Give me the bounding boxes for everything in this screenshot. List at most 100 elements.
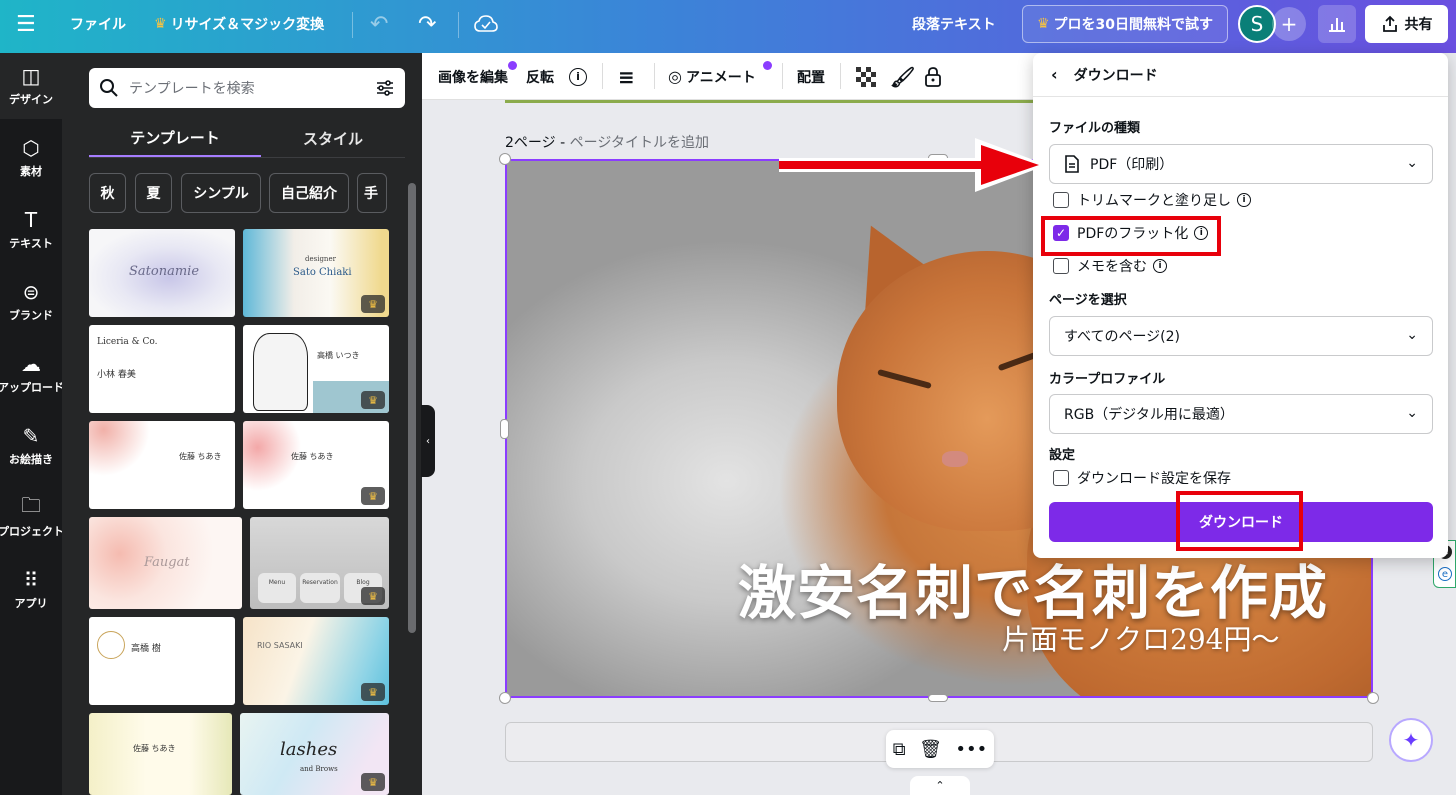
add-collaborator-button[interactable]: +	[1272, 7, 1306, 41]
position-button[interactable]: 配置	[797, 53, 825, 100]
filter-chip[interactable]: 自己紹介	[269, 173, 349, 213]
info-icon[interactable]: i	[1237, 193, 1251, 207]
trim-marks-label: トリムマークと塗り足し	[1077, 193, 1231, 209]
panel-scrollbar[interactable]	[408, 183, 416, 633]
crown-icon: ♛	[154, 16, 167, 32]
rail-item-apps[interactable]: ⠿ アプリ	[0, 557, 62, 623]
bar-chart-icon	[1329, 18, 1345, 32]
duplicate-page-icon[interactable]: ⧉	[893, 739, 906, 760]
template-card[interactable]: 佐藤 ちあき	[89, 421, 235, 509]
more-options-icon[interactable]: •••	[955, 739, 987, 760]
insights-button[interactable]	[1318, 5, 1356, 43]
tab-templates[interactable]: テンプレート	[89, 119, 261, 157]
lock-icon[interactable]	[924, 53, 942, 100]
filter-chip[interactable]: 手	[357, 173, 387, 213]
resize-button[interactable]: ♛ リサイズ＆マジック変換	[154, 0, 324, 48]
rail-item-draw[interactable]: ✎ お絵描き	[0, 413, 62, 479]
include-notes-option: メモを含む i	[1077, 256, 1167, 276]
file-type-select[interactable]: PDF（印刷） ⌄	[1049, 144, 1433, 184]
include-notes-checkbox[interactable]	[1053, 258, 1069, 274]
rail-item-projects[interactable]: 🗀 プロジェクト	[0, 485, 64, 551]
filter-chip[interactable]: シンプル	[181, 173, 261, 213]
template-text: Liceria & Co.	[97, 337, 158, 347]
back-chevron-icon[interactable]: ‹	[1051, 65, 1058, 84]
folder-icon: 🗀	[21, 493, 41, 517]
template-card[interactable]: RIO SASAKI ♛	[243, 617, 389, 705]
template-card[interactable]: 高橋 樹	[89, 617, 235, 705]
panel-tabs: テンプレート スタイル	[89, 119, 405, 157]
resize-handle[interactable]	[500, 419, 509, 439]
rail-item-text[interactable]: T テキスト	[0, 197, 62, 263]
pro-trial-button[interactable]: ♛ プロを30日間無料で試す	[1022, 5, 1228, 43]
template-card[interactable]: Liceria & Co. 小林 春美	[89, 325, 235, 413]
info-icon[interactable]: i	[1153, 259, 1167, 273]
hamburger-lines-icon[interactable]: ≡	[618, 53, 635, 100]
divider	[654, 63, 655, 89]
page-title[interactable]: 2ページ - ページタイトルを追加	[505, 132, 709, 152]
filter-sliders-icon[interactable]	[375, 78, 395, 98]
resize-handle[interactable]	[499, 692, 511, 704]
filter-chip[interactable]: 秋	[89, 173, 126, 213]
file-type-label: ファイルの種類	[1049, 121, 1141, 136]
layout-icon: ◫	[21, 64, 41, 88]
redo-icon[interactable]: ↷	[418, 0, 436, 48]
tab-styles[interactable]: スタイル	[261, 119, 405, 157]
template-card[interactable]: 高橋 いつき ♛	[243, 325, 389, 413]
brand-icon: ⊜	[22, 280, 40, 304]
filter-chip[interactable]: 夏	[135, 173, 172, 213]
template-text: lashes	[280, 739, 338, 760]
page-title-input[interactable]: ページタイトルを追加	[570, 135, 709, 151]
file-menu[interactable]: ファイル	[70, 0, 126, 48]
doc-type-label[interactable]: 段落テキスト	[912, 0, 996, 48]
resize-label: リサイズ＆マジック変換	[170, 17, 325, 33]
edit-image-button[interactable]: 画像を編集	[438, 53, 508, 100]
crown-icon: ♛	[361, 391, 385, 409]
subline-text[interactable]: 片面モノクロ294円〜	[1002, 618, 1279, 658]
undo-icon[interactable]: ↶	[370, 0, 388, 48]
avatar[interactable]: S	[1238, 5, 1276, 43]
template-card[interactable]: Menu Reservation Blog ♛	[250, 517, 389, 609]
template-card[interactable]: lashes and Brows ♛	[240, 713, 389, 795]
resize-handle[interactable]	[1367, 692, 1379, 704]
trim-marks-checkbox[interactable]	[1053, 192, 1069, 208]
extension-icon[interactable]: e	[1438, 567, 1452, 581]
collapse-panel-button[interactable]: ‹	[421, 405, 435, 477]
flip-button[interactable]: 反転	[526, 53, 554, 100]
chevron-up-icon: ⌃	[935, 779, 945, 792]
divider	[352, 12, 353, 38]
pages-toggle[interactable]: ⌃	[910, 776, 970, 795]
resize-handle[interactable]	[928, 694, 948, 702]
color-profile-select[interactable]: RGB（デジタル用に最適） ⌄	[1049, 394, 1433, 434]
chevron-down-icon: ⌄	[1406, 327, 1418, 343]
rail-item-elements[interactable]: ⬡ 素材	[0, 125, 62, 191]
resize-handle[interactable]	[499, 153, 511, 165]
template-search[interactable]: テンプレートを検索	[89, 68, 405, 108]
templates-panel: テンプレートを検索 テンプレート スタイル 秋 夏 シンプル 自己紹介 手 Sa…	[62, 53, 422, 795]
rail-item-design[interactable]: ◫ デザイン	[0, 53, 62, 119]
rail-item-upload[interactable]: ☁ アップロード	[0, 341, 64, 407]
magic-assistant-button[interactable]: ✦	[1389, 718, 1433, 762]
page-actions: ⧉ 🗑 •••	[886, 730, 994, 768]
paint-roller-icon[interactable]: 🖌	[890, 53, 915, 100]
cloud-save-icon[interactable]	[474, 0, 498, 48]
info-icon[interactable]: i	[569, 53, 587, 100]
rail-item-brand[interactable]: ⊜ ブランド	[0, 269, 62, 335]
animate-button[interactable]: ◎ アニメート	[668, 53, 756, 100]
trash-icon[interactable]: 🗑	[919, 739, 942, 760]
transparency-icon[interactable]	[856, 53, 876, 100]
template-card[interactable]: 佐藤 ちあき ♛	[243, 421, 389, 509]
template-card[interactable]: Satonamie	[89, 229, 235, 317]
save-settings-checkbox[interactable]	[1053, 470, 1069, 486]
share-label: 共有	[1404, 17, 1433, 33]
divider	[89, 157, 405, 158]
template-card[interactable]: designer Sato Chiaki ♛	[243, 229, 389, 317]
template-card[interactable]: Faugat	[89, 517, 242, 609]
search-input[interactable]: テンプレートを検索	[129, 78, 375, 98]
menu-icon[interactable]: ☰	[16, 0, 36, 48]
page-label: 2ページ -	[505, 135, 570, 151]
document-icon	[1065, 155, 1079, 173]
template-card[interactable]: 佐藤 ちあき	[89, 713, 232, 795]
pages-select[interactable]: すべてのページ(2) ⌄	[1049, 316, 1433, 356]
share-button[interactable]: 共有	[1365, 5, 1448, 43]
template-text: Faugat	[144, 555, 190, 570]
